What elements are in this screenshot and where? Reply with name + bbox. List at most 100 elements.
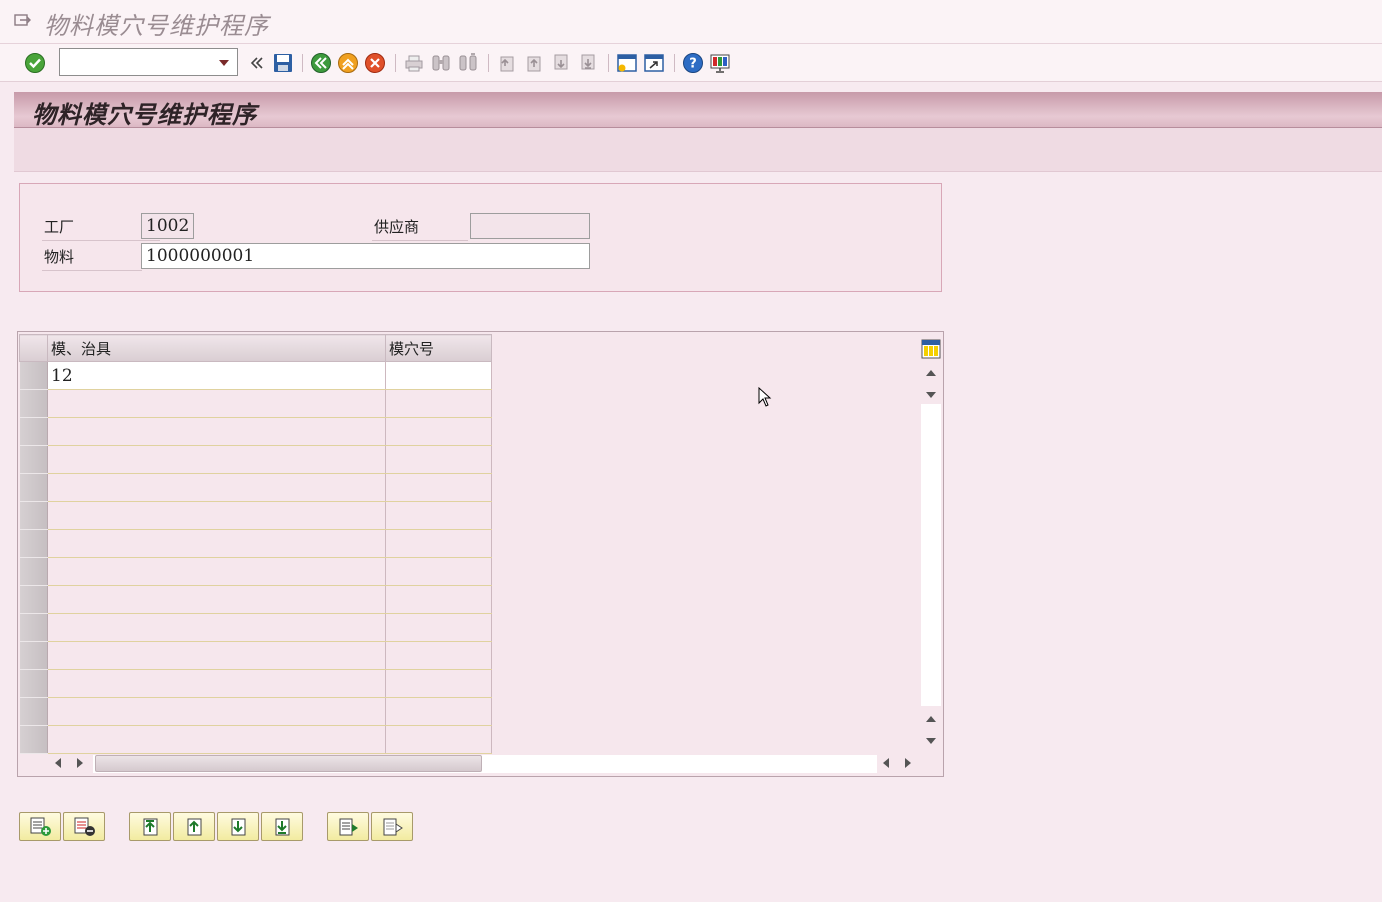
scroll-thumb[interactable] xyxy=(95,755,482,772)
next-page-icon[interactable] xyxy=(550,52,572,74)
cavity-cell[interactable] xyxy=(385,529,492,558)
chevron-down-icon[interactable] xyxy=(219,60,229,66)
scroll-page-right-icon[interactable] xyxy=(905,758,911,768)
row-selector[interactable] xyxy=(19,445,48,474)
save-icon[interactable] xyxy=(272,52,294,74)
svg-text:?: ? xyxy=(689,57,697,72)
row-selector[interactable] xyxy=(19,501,48,530)
tool-cell[interactable] xyxy=(47,501,386,530)
cavity-cell[interactable] xyxy=(385,361,492,390)
row-selector[interactable] xyxy=(19,361,48,390)
print-icon[interactable] xyxy=(403,52,425,74)
scroll-page-down-icon[interactable] xyxy=(926,738,936,744)
table-row xyxy=(19,613,492,642)
previous-page-icon[interactable] xyxy=(523,52,545,74)
layout-icon[interactable] xyxy=(709,52,731,74)
row-selector[interactable] xyxy=(19,417,48,446)
tool-cell[interactable] xyxy=(47,697,386,726)
cavity-cell[interactable] xyxy=(385,697,492,726)
cavity-cell[interactable] xyxy=(385,585,492,614)
tool-cell[interactable] xyxy=(47,529,386,558)
cavity-cell[interactable] xyxy=(385,725,492,754)
scroll-page-left-icon[interactable] xyxy=(883,758,889,768)
tool-cell[interactable] xyxy=(47,445,386,474)
exit-icon[interactable] xyxy=(337,52,359,74)
find-next-icon[interactable] xyxy=(457,52,479,74)
row-selector[interactable] xyxy=(19,613,48,642)
previous-row-button[interactable] xyxy=(173,812,215,841)
back-icon[interactable] xyxy=(310,52,332,74)
find-icon[interactable] xyxy=(430,52,452,74)
cavity-cell[interactable] xyxy=(385,473,492,502)
scroll-left-icon[interactable] xyxy=(55,758,61,768)
tool-cell[interactable] xyxy=(47,613,386,642)
insert-row-button[interactable] xyxy=(19,812,61,841)
tool-cell[interactable] xyxy=(47,641,386,670)
select-all-button[interactable] xyxy=(327,812,369,841)
column-header-tool[interactable]: 模、治具 xyxy=(47,334,386,362)
vertical-scrollbar[interactable] xyxy=(921,362,941,748)
cavity-cell[interactable] xyxy=(385,613,492,642)
command-input[interactable] xyxy=(62,50,212,74)
row-selector[interactable] xyxy=(19,557,48,586)
table-row xyxy=(19,669,492,698)
tool-cell[interactable] xyxy=(47,585,386,614)
title-bar: 物料模穴号维护程序 xyxy=(0,0,1382,44)
row-selector[interactable] xyxy=(19,585,48,614)
insert-row-icon xyxy=(30,817,51,836)
new-session-icon[interactable] xyxy=(616,52,638,74)
table-control: 模、治具 模穴号 12 xyxy=(17,331,944,777)
horizontal-scrollbar[interactable] xyxy=(48,753,920,773)
scroll-up-icon[interactable] xyxy=(926,392,936,398)
cavity-cell[interactable] xyxy=(385,641,492,670)
command-field[interactable] xyxy=(59,48,238,76)
select-all-cell[interactable] xyxy=(19,334,48,362)
mouse-cursor-icon xyxy=(758,387,772,407)
tool-cell[interactable] xyxy=(47,389,386,418)
table-settings-icon[interactable] xyxy=(921,339,941,359)
tool-cell[interactable] xyxy=(47,557,386,586)
tool-cell[interactable] xyxy=(47,669,386,698)
scroll-right-icon[interactable] xyxy=(77,758,83,768)
row-selector[interactable] xyxy=(19,529,48,558)
row-selector[interactable] xyxy=(19,641,48,670)
column-header-cavity[interactable]: 模穴号 xyxy=(385,334,492,362)
enter-icon[interactable] xyxy=(24,52,46,74)
last-page-icon[interactable] xyxy=(577,52,599,74)
cavity-cell[interactable] xyxy=(385,445,492,474)
row-selector[interactable] xyxy=(19,697,48,726)
row-selector[interactable] xyxy=(19,725,48,754)
cavity-cell[interactable] xyxy=(385,669,492,698)
scroll-track[interactable] xyxy=(921,404,941,706)
delete-row-button[interactable] xyxy=(63,812,105,841)
row-selector[interactable] xyxy=(19,669,48,698)
table-row xyxy=(19,417,492,446)
tool-cell[interactable] xyxy=(47,417,386,446)
material-field[interactable]: 1000000001 xyxy=(141,243,590,269)
toolbar-separator xyxy=(488,54,489,72)
next-row-button[interactable] xyxy=(217,812,259,841)
scroll-down-icon[interactable] xyxy=(926,716,936,722)
deselect-all-button[interactable] xyxy=(371,812,413,841)
collapse-icon[interactable] xyxy=(246,52,268,74)
help-icon[interactable]: ? xyxy=(682,52,704,74)
row-selector[interactable] xyxy=(19,473,48,502)
row-selector[interactable] xyxy=(19,389,48,418)
cavity-cell[interactable] xyxy=(385,557,492,586)
tool-cell[interactable] xyxy=(47,725,386,754)
label-underline xyxy=(42,240,160,241)
tool-cell[interactable]: 12 xyxy=(47,361,386,390)
first-row-button[interactable] xyxy=(129,812,171,841)
cavity-cell[interactable] xyxy=(385,417,492,446)
cancel-icon[interactable] xyxy=(364,52,386,74)
toolbar-separator xyxy=(674,54,675,72)
first-page-icon[interactable] xyxy=(496,52,518,74)
scroll-page-up-icon[interactable] xyxy=(926,370,936,376)
last-row-button[interactable] xyxy=(261,812,303,841)
shortcut-icon[interactable] xyxy=(643,52,665,74)
cavity-cell[interactable] xyxy=(385,389,492,418)
tool-cell[interactable] xyxy=(47,473,386,502)
menu-icon[interactable] xyxy=(14,12,32,28)
table-row xyxy=(19,501,492,530)
cavity-cell[interactable] xyxy=(385,501,492,530)
